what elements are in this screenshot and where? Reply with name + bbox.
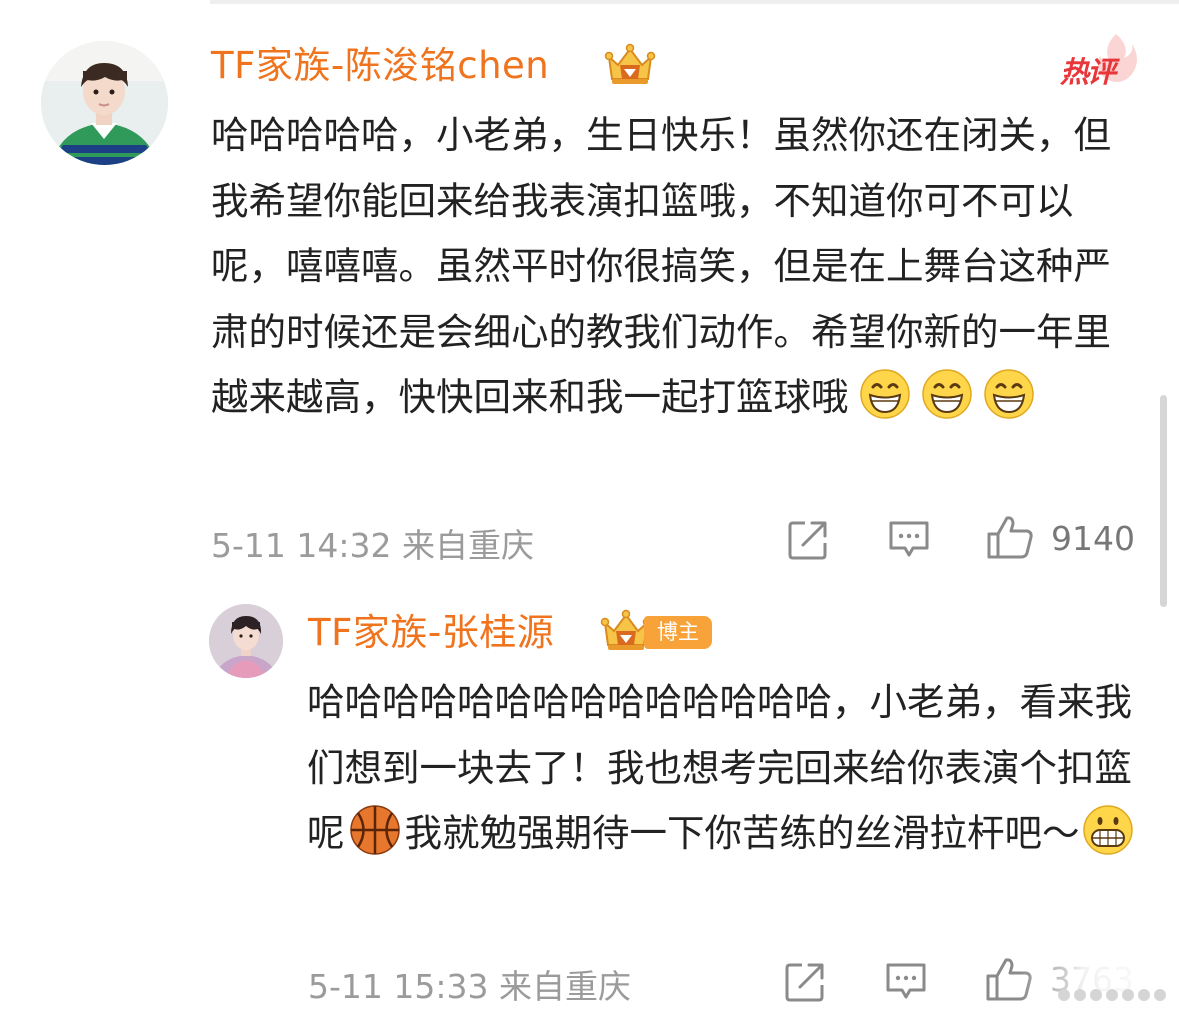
reply-location: 来自重庆 (499, 967, 631, 1006)
hot-comment-badge: 热评 (1060, 34, 1137, 89)
basketball-emoji-icon (349, 804, 401, 856)
comment-text: 哈哈哈哈哈，小老弟，生日快乐！虽然你还在闭关，但我希望你能回来给我表演扣篮哦，不… (211, 103, 1121, 431)
grin-emoji-icon (859, 368, 911, 420)
big-grin-emoji-icon (1082, 804, 1134, 856)
reply-meta: 5-11 15:33 来自重庆 (308, 960, 631, 1008)
comment-time: 5-11 14:32 (211, 526, 392, 565)
avatar-image (209, 604, 283, 678)
like-icon[interactable] (986, 514, 1034, 560)
reply-time: 5-11 15:33 (308, 967, 489, 1006)
repost-icon[interactable] (784, 961, 826, 1003)
blogger-badge: 博主 (644, 616, 712, 649)
avatar-image (41, 41, 168, 165)
comment-icon[interactable] (887, 519, 931, 559)
avatar[interactable] (41, 41, 168, 165)
watermark-dots (1058, 980, 1170, 1010)
like-count: 9140 (1051, 519, 1135, 558)
crown-badge-icon (604, 43, 656, 84)
comment-icon[interactable] (884, 961, 928, 1001)
comment-text-content: 哈哈哈哈哈，小老弟，生日快乐！虽然你还在闭关，但我希望你能回来给我表演扣篮哦，不… (211, 113, 1111, 419)
grin-emoji-icon (983, 368, 1035, 420)
hot-badge-label: 热评 (1060, 55, 1116, 89)
reply-author-name[interactable]: TF家族-张桂源 (308, 611, 554, 655)
grin-emoji-icon (921, 368, 973, 420)
repost-icon[interactable] (787, 519, 829, 561)
reply-text: 哈哈哈哈哈哈哈哈哈哈哈哈哈哈，小老弟，看来我们想到一块去了！我也想考完回来给你表… (307, 670, 1137, 867)
avatar[interactable] (209, 604, 283, 678)
reply-text-part2: 我就勉强期待一下你苦练的丝滑拉杆吧～ (404, 811, 1080, 855)
scrollbar[interactable] (1160, 395, 1167, 607)
comment-author-name[interactable]: TF家族-陈浚铭chen (211, 44, 549, 88)
comment-meta: 5-11 14:32 来自重庆 (211, 519, 534, 567)
comment-location: 来自重庆 (402, 526, 534, 565)
top-divider (210, 0, 1179, 4)
